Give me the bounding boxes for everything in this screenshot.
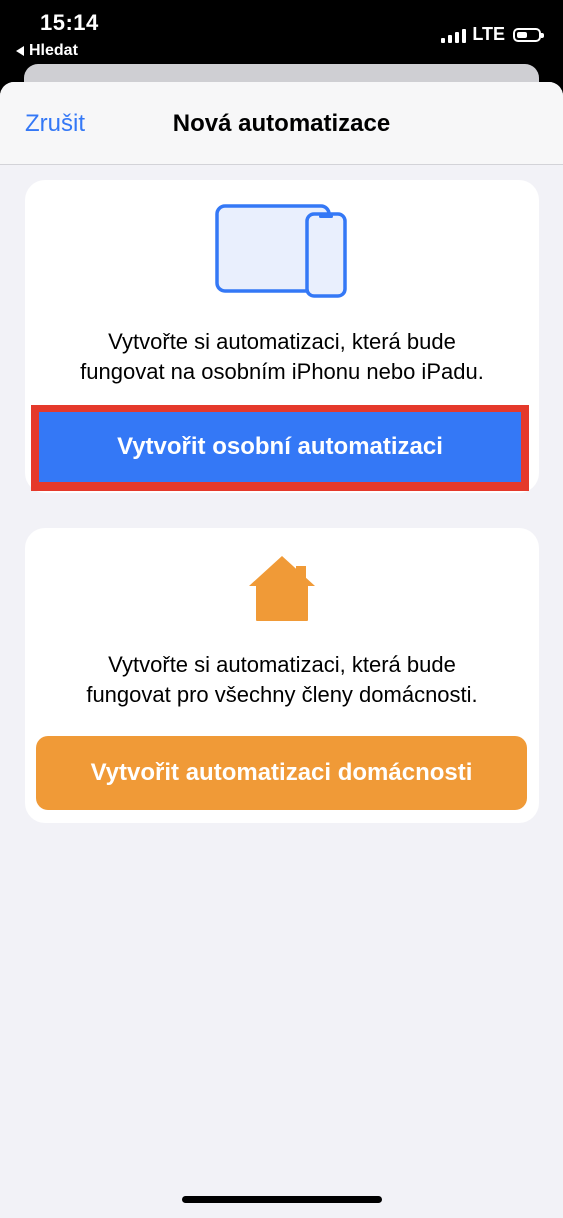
personal-automation-card: Vytvořte si automatizaci, která bude fun…	[25, 180, 539, 493]
home-description-line2: fungovat pro všechny členy domácnosti.	[86, 682, 478, 707]
create-home-automation-button[interactable]: Vytvořit automatizaci domácnosti	[36, 736, 527, 810]
back-arrow-icon	[16, 46, 24, 56]
network-type: LTE	[472, 24, 505, 44]
home-indicator[interactable]	[182, 1196, 382, 1203]
personal-description: Vytvořte si automatizaci, která bude fun…	[25, 327, 539, 387]
personal-description-line1: Vytvořte si automatizaci, která bude	[108, 329, 456, 354]
battery-icon	[513, 27, 544, 42]
home-automation-card: Vytvořte si automatizaci, která bude fun…	[25, 528, 539, 823]
screen: 15:14 Hledat LTE Zrušit Nová automatizac…	[0, 0, 563, 1218]
home-description: Vytvořte si automatizaci, která bude fun…	[25, 650, 539, 710]
navigation-bar: Zrušit Nová automatizace	[0, 82, 563, 165]
signal-icon	[441, 27, 467, 43]
ipad-iphone-icon	[215, 204, 347, 298]
home-icon	[249, 556, 315, 621]
status-time: 15:14	[40, 10, 99, 35]
personal-description-line2: fungovat na osobním iPhonu nebo iPadu.	[80, 359, 484, 384]
create-personal-automation-button[interactable]: Vytvořit osobní automatizaci	[39, 412, 521, 482]
status-indicators: LTE	[441, 24, 544, 45]
new-automation-sheet: Zrušit Nová automatizace Vytvořte si aut…	[0, 82, 563, 1218]
home-description-line1: Vytvořte si automatizaci, která bude	[108, 652, 456, 677]
page-title: Nová automatizace	[172, 110, 391, 137]
back-label: Hledat	[29, 42, 78, 59]
back-to-search-link[interactable]: Hledat	[16, 42, 78, 60]
